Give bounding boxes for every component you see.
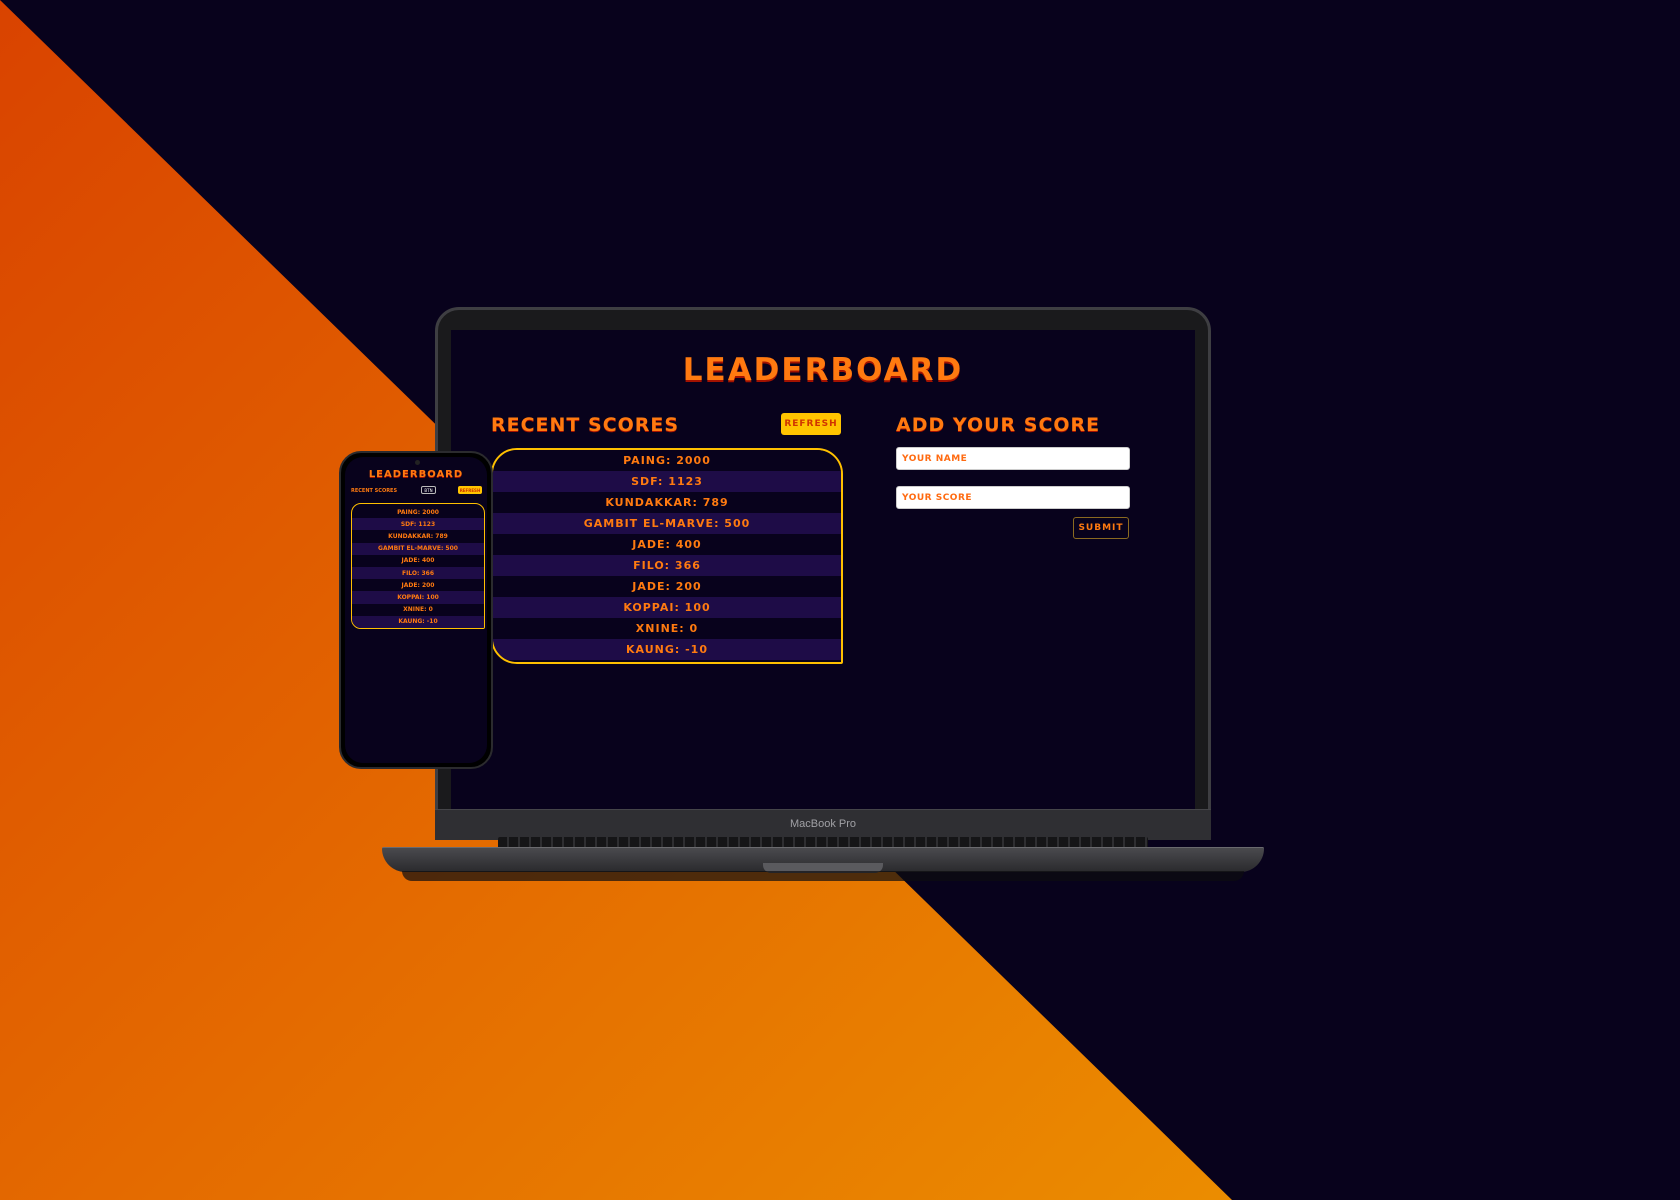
score-row: Jade: 400 <box>493 534 841 555</box>
laptop-screen: Leaderboard Recent Scores Refresh Paing:… <box>451 330 1195 810</box>
score-row: Filo: 366 <box>493 555 841 576</box>
score-input[interactable]: Your Score <box>896 486 1130 509</box>
score-row: Jade: 200 <box>493 576 841 597</box>
score-row: Kaung: -10 <box>493 639 841 660</box>
phone-page-title: Leaderboard <box>368 469 464 480</box>
laptop-model-label: MacBook Pro <box>789 818 857 830</box>
phone-score-row: Gambit El-Marve: 500 <box>352 542 484 555</box>
phone-screen: Leaderboard Recent Scores BTN Refresh Pa… <box>345 457 487 763</box>
score-row: Xnine: 0 <box>493 618 841 639</box>
score-row: Paing: 2000 <box>493 450 841 471</box>
name-input[interactable]: Your Name <box>896 447 1130 470</box>
laptop-shadow <box>402 871 1244 881</box>
phone-score-row: Filo: 366 <box>352 566 484 580</box>
laptop-hinge: MacBook Pro <box>435 809 1211 840</box>
laptop-mockup: Leaderboard Recent Scores Refresh Paing:… <box>382 307 1264 887</box>
phone-score-row: Kaung: -10 <box>352 615 484 628</box>
phone-score-row: Kundakkar: 789 <box>388 532 448 540</box>
phone-score-row: Jade: 400 <box>401 557 435 565</box>
submit-button[interactable]: Submit <box>1073 517 1129 539</box>
score-row: Gambit El-Marve: 500 <box>493 513 841 534</box>
phone-mockup: Leaderboard Recent Scores BTN Refresh Pa… <box>339 451 493 769</box>
phone-recent-heading: Recent Scores <box>351 488 398 494</box>
score-row: Koppai: 100 <box>493 597 841 618</box>
score-row: SDF: 1123 <box>493 471 841 492</box>
phone-scores-list: Paing: 2000 SDF: 1123 Kundakkar: 789 Gam… <box>351 503 485 629</box>
page-title: Leaderboard <box>682 352 964 388</box>
phone-score-row: Xnine: 0 <box>403 606 433 614</box>
scores-list: Paing: 2000 SDF: 1123 Kundakkar: 789 Gam… <box>491 448 843 664</box>
add-score-heading: Add Your Score <box>896 414 1101 436</box>
phone-refresh-button[interactable]: Refresh <box>458 486 482 494</box>
phone-score-row: Koppai: 100 <box>352 591 484 604</box>
score-row: Kundakkar: 789 <box>493 492 841 513</box>
recent-scores-heading: Recent Scores <box>491 414 680 436</box>
phone-score-row: Paing: 2000 <box>397 508 439 516</box>
camera-icon <box>415 460 420 465</box>
phone-score-row: Jade: 200 <box>401 581 435 589</box>
phone-score-row: SDF: 1123 <box>352 518 484 531</box>
refresh-button[interactable]: Refresh <box>781 413 841 435</box>
laptop-lid: Leaderboard Recent Scores Refresh Paing:… <box>435 307 1211 835</box>
phone-chip-button[interactable]: BTN <box>421 486 436 494</box>
